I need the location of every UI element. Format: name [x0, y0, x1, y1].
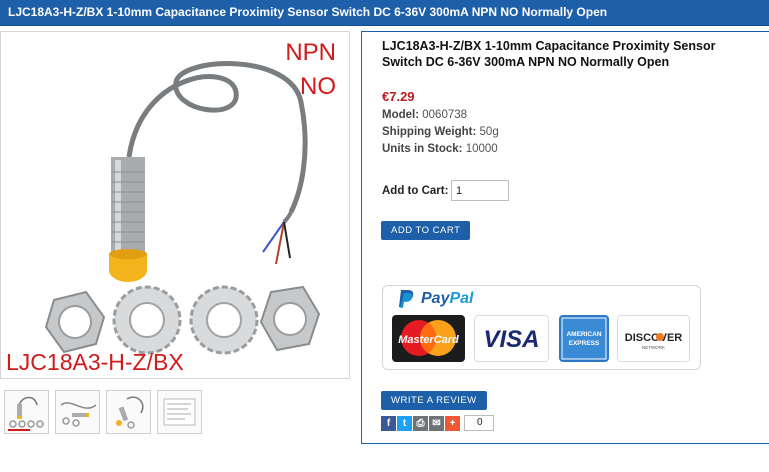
svg-text:VISA: VISA [483, 326, 539, 353]
product-name: LJC18A3-H-Z/BX 1-10mm Capacitance Proxim… [382, 39, 716, 69]
main-product-image[interactable]: NPN NO LJC18A3-H-Z/BX [0, 31, 350, 379]
stock-value: 10000 [465, 143, 498, 155]
share-toolbar: f t ⎙ ✉ + 0 [381, 415, 494, 431]
title-bar: LJC18A3-H-Z/BX 1-10mm Capacitance Proxim… [0, 0, 769, 26]
payment-methods-box: PayPal MasterCard VISA AMERICAN EXPRESS … [382, 285, 701, 370]
stock-row: Units in Stock: 10000 [382, 143, 498, 155]
discover-icon: DISCOVER NETWORK [617, 315, 690, 362]
facebook-icon[interactable]: f [381, 415, 396, 431]
write-review-button[interactable]: WRITE A REVIEW [381, 391, 487, 410]
svg-text:DISCOVER: DISCOVER [625, 332, 683, 344]
product-price: €7.29 [382, 89, 415, 104]
svg-text:NETWORK: NETWORK [642, 345, 665, 350]
add-to-cart-label: Add to Cart: [382, 185, 449, 197]
svg-text:MasterCard: MasterCard [398, 334, 459, 346]
model-label: Model: [382, 109, 420, 121]
paypal-p-icon [397, 289, 415, 309]
twitter-icon[interactable]: t [397, 415, 412, 431]
svg-text:AMERICAN: AMERICAN [566, 331, 601, 338]
amex-icon: AMERICAN EXPRESS AMERICAN EXPRESS [559, 315, 609, 362]
weight-value: 50g [479, 126, 499, 138]
quantity-input[interactable] [451, 180, 509, 201]
thumbnail-3[interactable] [106, 390, 151, 434]
overlay-model-text: LJC18A3-H-Z/BX [6, 349, 184, 375]
share-count: 0 [464, 415, 494, 431]
mastercard-icon: MasterCard [392, 315, 465, 362]
overlay-npn-text: NPN [285, 39, 336, 66]
thumbnail-4[interactable] [157, 390, 202, 434]
overlay-no-text: NO [300, 73, 336, 100]
plus-icon[interactable]: + [445, 415, 460, 431]
weight-row: Shipping Weight: 50g [382, 126, 499, 138]
thumbnail-1[interactable] [4, 390, 49, 434]
visa-icon: VISA [474, 315, 549, 362]
email-icon[interactable]: ✉ [429, 415, 444, 431]
thumbnail-strip [4, 390, 202, 434]
print-icon[interactable]: ⎙ [413, 415, 428, 431]
model-value: 0060738 [422, 109, 468, 121]
model-row: Model: 0060738 [382, 109, 467, 121]
stock-label: Units in Stock: [382, 143, 463, 155]
page-title: LJC18A3-H-Z/BX 1-10mm Capacitance Proxim… [8, 5, 608, 19]
svg-text:EXPRESS: EXPRESS [569, 340, 600, 347]
weight-label: Shipping Weight: [382, 126, 477, 138]
add-to-cart-button[interactable]: ADD TO CART [381, 221, 471, 240]
paypal-logo: PayPal [421, 290, 474, 307]
product-info-panel: LJC18A3-H-Z/BX 1-10mm Capacitance Proxim… [361, 31, 769, 444]
thumbnail-2[interactable] [55, 390, 100, 434]
